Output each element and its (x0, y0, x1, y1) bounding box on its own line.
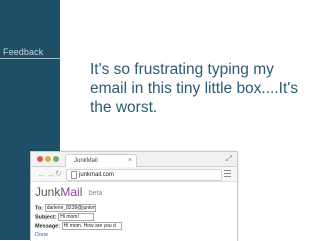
subject-input[interactable]: Hi mom! (58, 213, 95, 221)
browser-window: JunkMail × ⤢ ← → ↻ junkmail.com JunkMail… (30, 151, 238, 241)
page-icon (71, 171, 77, 179)
browser-toolbar: ← → ↻ junkmail.com (31, 167, 237, 182)
to-row: To: darlene_8239@junkmail (35, 204, 96, 212)
beta-tag: beta (88, 190, 103, 197)
forward-arrow-icon[interactable]: → (46, 169, 55, 179)
message-input[interactable]: Hi mom. How are you d (61, 222, 122, 230)
tab-title: JunkMail (74, 158, 98, 164)
logo-junk: Junk (35, 185, 61, 199)
browser-tab[interactable]: JunkMail × (65, 154, 137, 167)
subject-row: Subject: Hi mom! (35, 213, 95, 221)
logo-mail: Mail (60, 185, 83, 199)
address-text: junkmail.com (79, 172, 115, 178)
to-label: To: (35, 205, 44, 212)
web-page: JunkMail beta To: darlene_8239@junkmail … (31, 182, 237, 241)
section-underline (0, 58, 62, 59)
window-minimize-button[interactable] (45, 156, 51, 162)
section-label: Feedback (3, 47, 44, 57)
feedback-quote: It's so frustrating typing my email in t… (90, 61, 298, 116)
message-label: Message: (35, 223, 61, 230)
message-row: Message: Hi mom. How are you d (35, 222, 122, 230)
fullscreen-icon[interactable]: ⤢ (226, 154, 232, 164)
subject-label: Subject: (35, 214, 57, 221)
to-input[interactable]: darlene_8239@junkmail (44, 204, 96, 212)
back-arrow-icon[interactable]: ← (37, 169, 46, 179)
hamburger-menu-icon[interactable] (224, 170, 231, 177)
done-link[interactable]: Done (35, 232, 48, 239)
address-bar[interactable]: junkmail.com (66, 169, 222, 181)
app-logo: JunkMail beta (35, 185, 102, 201)
window-close-button[interactable] (37, 156, 43, 162)
browser-titlebar: JunkMail × ⤢ (31, 152, 237, 167)
tab-close-icon[interactable]: × (128, 156, 132, 166)
section-tab: Feedback (0, 46, 62, 59)
reload-icon[interactable]: ↻ (55, 169, 62, 179)
window-maximize-button[interactable] (53, 156, 59, 162)
